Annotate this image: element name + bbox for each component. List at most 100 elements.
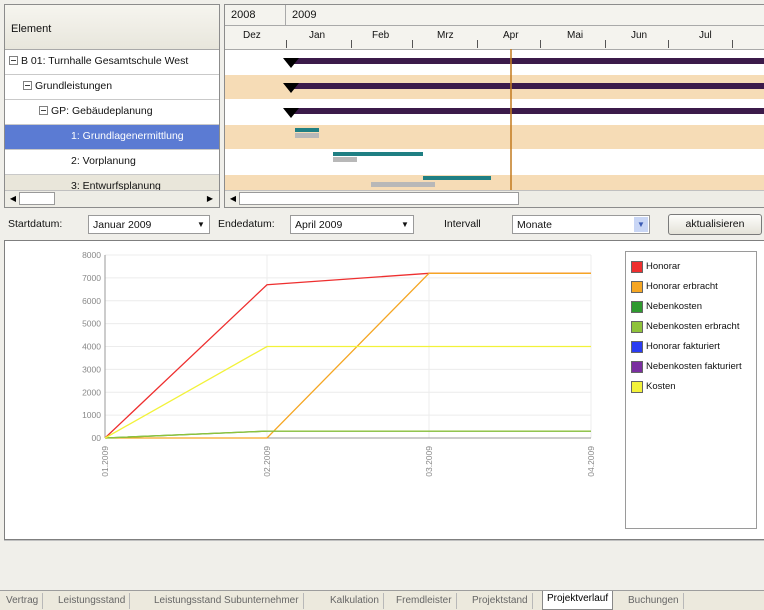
summary-bar-gebaeudeplanung[interactable] [291, 108, 764, 114]
tree-row-gebaeudeplanung[interactable]: GP: Gebäudeplanung [5, 100, 219, 125]
summary-bar-project[interactable] [291, 58, 764, 64]
legend-label: Honorar erbracht [646, 281, 718, 292]
tree-row-label: GP: Gebäudeplanung [51, 105, 153, 117]
start-date-select[interactable]: Januar 2009 ▼ [88, 215, 210, 234]
y-tick-label: 1000 [82, 410, 101, 420]
x-tick-label: 03.2009 [424, 446, 434, 477]
task-bar-vorplanung-actual[interactable] [333, 157, 357, 162]
refresh-button[interactable]: aktualisieren [668, 214, 762, 235]
chevron-down-icon[interactable]: ▼ [398, 217, 412, 232]
scrollbar-thumb[interactable] [239, 192, 519, 205]
month-label: Mai [567, 30, 584, 41]
tab-leistungsstand-subunternehmer[interactable]: Leistungsstand Subunternehmer [150, 593, 304, 609]
scroll-left-icon[interactable]: ◀ [7, 193, 19, 205]
legend-swatch [631, 381, 643, 393]
collapse-icon[interactable] [39, 106, 48, 115]
tree-horizontal-scrollbar[interactable]: ◀ ▶ [5, 190, 219, 207]
x-tick-label: 01.2009 [100, 446, 110, 477]
y-tick-label: 5000 [82, 319, 101, 329]
series-line-nebenkosten-erbracht [104, 430, 591, 439]
month-tick [351, 40, 352, 48]
month-label: Mrz [437, 30, 454, 41]
scroll-left-icon[interactable]: ◀ [227, 193, 239, 205]
tree-row-grundleistungen[interactable]: Grundleistungen [5, 75, 219, 100]
month-tick [605, 40, 606, 48]
legend-swatch [631, 321, 643, 333]
collapse-icon[interactable] [23, 81, 32, 90]
scrollbar-thumb[interactable] [19, 192, 55, 205]
end-date-label: Endedatum: [218, 218, 275, 230]
chart-filter-bar: Startdatum: Januar 2009 ▼ Endedatum: Apr… [4, 212, 764, 238]
month-tick [286, 40, 287, 48]
summary-bar-grundleistungen[interactable] [291, 83, 764, 89]
legend-swatch [631, 361, 643, 373]
tree-row-label: 1: Grundlagenermittlung [71, 130, 184, 142]
month-tick [477, 40, 478, 48]
project-progress-chart: 8000 7000 6000 5000 4000 3000 2000 1000 00 01.200… [4, 240, 764, 540]
month-tick [668, 40, 669, 48]
task-bar-grundlagenermittlung-plan[interactable] [295, 128, 319, 132]
chevron-down-icon[interactable]: ▼ [194, 217, 208, 232]
gantt-bars [283, 49, 764, 191]
element-column-header-label: Element [11, 23, 52, 35]
tree-row-vorplanung[interactable]: 2: Vorplanung [5, 150, 219, 175]
tab-leistungsstand[interactable]: Leistungsstand [54, 593, 131, 609]
chart-legend: Honorar Honorar erbracht Nebenkosten Nebenk… [625, 251, 757, 529]
tree-row-label: B 01: Turnhalle Gesamtschule West [21, 55, 189, 67]
legend-label: Kosten [646, 381, 676, 392]
task-bar-vorplanung-plan[interactable] [333, 152, 423, 156]
y-tick-label: 00 [92, 433, 102, 443]
interval-label: Intervall [444, 218, 481, 230]
legend-swatch [631, 301, 643, 313]
legend-swatch [631, 341, 643, 353]
series-line-honorar-erbracht [105, 272, 591, 439]
element-column-header[interactable]: Element [5, 5, 219, 50]
interval-select[interactable]: Monate ▼ [512, 215, 650, 234]
start-date-label: Startdatum: [8, 218, 63, 230]
year-label: 2009 [292, 9, 317, 21]
month-label: Jul [699, 30, 712, 41]
month-tick [540, 40, 541, 48]
legend-label: Nebenkosten fakturiert [646, 361, 742, 372]
year-header-2008: 2008 [225, 5, 286, 26]
year-label: 2008 [231, 9, 256, 21]
line-chart: 8000 7000 6000 5000 4000 3000 2000 1000 00 01.200… [82, 250, 596, 477]
start-date-value: Januar 2009 [93, 219, 152, 231]
tree-row-project[interactable]: B 01: Turnhalle Gesamtschule West [5, 50, 219, 75]
bottom-tab-bar: Vertrag Leistungsstand Leistungsstand Subu… [0, 590, 764, 610]
chevron-down-icon[interactable]: ▼ [634, 217, 648, 232]
x-tick-label: 02.2009 [262, 446, 272, 477]
scroll-right-icon[interactable]: ▶ [204, 193, 216, 205]
x-tick-label: 04.2009 [586, 446, 596, 477]
month-label: Feb [372, 30, 390, 41]
tab-projektverlauf[interactable]: Projektverlauf [542, 591, 614, 610]
legend-swatch [631, 281, 643, 293]
legend-label: Nebenkosten erbracht [646, 321, 740, 332]
year-header-2009: 2009 [286, 5, 764, 26]
element-tree-panel: Element B 01: Turnhalle Gesamtschule Wes… [4, 4, 220, 208]
tab-buchungen[interactable]: Buchungen [624, 593, 684, 609]
collapse-icon[interactable] [9, 56, 18, 65]
tree-row-label: Grundleistungen [35, 80, 113, 92]
tree-row-grundlagenermittlung[interactable]: 1: Grundlagenermittlung [5, 125, 219, 150]
y-tick-label: 8000 [82, 250, 101, 260]
gantt-horizontal-scrollbar[interactable]: ◀ [225, 190, 764, 207]
task-bar-entwurfsplanung-plan[interactable] [423, 176, 491, 180]
month-label: Dez [243, 30, 261, 41]
tab-kalkulation[interactable]: Kalkulation [326, 593, 384, 609]
tab-vertrag[interactable]: Vertrag [2, 593, 44, 609]
task-bar-grundlagenermittlung-actual[interactable] [295, 133, 319, 138]
end-date-select[interactable]: April 2009 ▼ [290, 215, 414, 234]
legend-swatch [631, 261, 643, 273]
legend-label: Honorar [646, 261, 681, 272]
y-tick-label: 7000 [82, 273, 101, 283]
month-label: Jan [309, 30, 326, 41]
y-tick-label: 4000 [82, 342, 101, 352]
tab-fremdleister[interactable]: Fremdleister [392, 593, 457, 609]
month-label: Jun [631, 30, 648, 41]
month-tick [732, 40, 733, 48]
y-tick-label: 6000 [82, 296, 101, 306]
tab-projektstand[interactable]: Projektstand [468, 593, 533, 609]
task-bar-entwurfsplanung-actual[interactable] [371, 182, 435, 187]
end-date-value: April 2009 [295, 219, 343, 231]
